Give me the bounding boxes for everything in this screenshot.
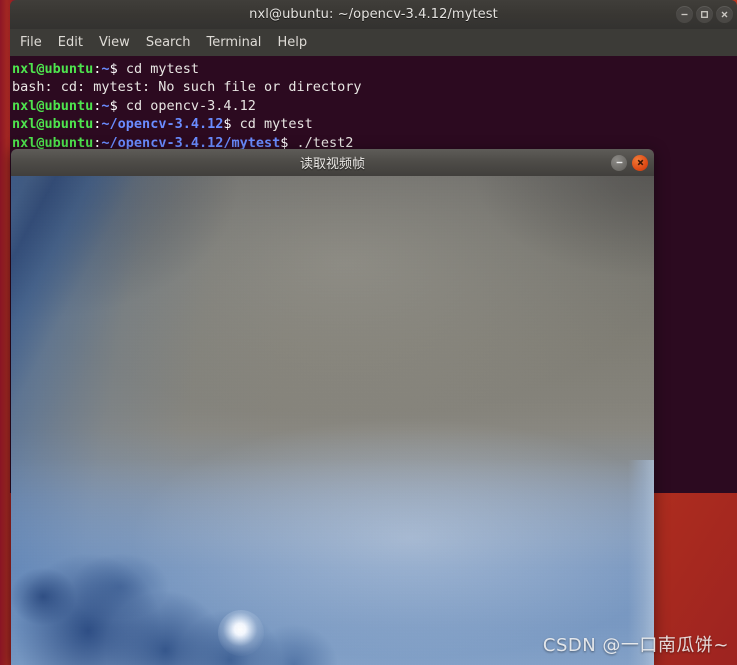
- menu-item-file[interactable]: File: [20, 35, 42, 50]
- terminal-title: nxl@ubuntu: ~/opencv-3.4.12/mytest: [249, 7, 498, 22]
- terminal-titlebar[interactable]: nxl@ubuntu: ~/opencv-3.4.12/mytest: [10, 0, 737, 29]
- prompt-path: ~/opencv-3.4.12: [101, 116, 224, 133]
- opencv-window-title: 读取视频帧: [299, 157, 365, 172]
- prompt-path: ~: [101, 61, 110, 77]
- menu-item-terminal[interactable]: Terminal: [206, 35, 261, 50]
- terminal-line: bash: cd: mytest: No such file or direct…: [12, 78, 737, 96]
- terminal-command: cd opencv-3.4.12: [117, 97, 256, 114]
- close-icon[interactable]: [632, 154, 648, 171]
- terminal-menubar: File Edit View Search Terminal Help: [10, 29, 737, 56]
- menu-item-view[interactable]: View: [99, 35, 130, 50]
- prompt-dollar: $: [109, 61, 118, 77]
- opencv-window-controls: [611, 149, 648, 176]
- prompt-dollar: $: [109, 97, 118, 114]
- terminal-command: cd mytest: [231, 116, 313, 133]
- terminal-line: nxl@ubuntu:~$ cd mytest: [12, 60, 737, 78]
- opencv-window-titlebar[interactable]: 读取视频帧: [11, 149, 654, 176]
- prompt-user: nxl@ubuntu: [12, 61, 94, 77]
- screen: nxl@ubuntu: ~/opencv-3.4.12/mytest File …: [0, 0, 737, 665]
- minimize-icon[interactable]: [611, 154, 627, 171]
- menu-item-help[interactable]: Help: [277, 35, 307, 50]
- opencv-image-window: 读取视频帧: [11, 149, 654, 665]
- frame-noise-layer: [11, 176, 654, 665]
- csdn-watermark: CSDN @一口南瓜饼~: [542, 635, 729, 656]
- prompt-user: nxl@ubuntu: [12, 97, 94, 114]
- terminal-error-output: bash: cd: mytest: No such file or direct…: [12, 79, 362, 96]
- video-frame-canvas: [11, 176, 654, 665]
- terminal-line: nxl@ubuntu:~$ cd opencv-3.4.12: [12, 97, 737, 115]
- terminal-line: nxl@ubuntu:~/opencv-3.4.12$ cd mytest: [12, 115, 737, 133]
- minimize-icon[interactable]: [676, 6, 693, 23]
- prompt-path: ~: [101, 97, 110, 114]
- prompt-user: nxl@ubuntu: [12, 116, 94, 133]
- menu-item-search[interactable]: Search: [146, 35, 191, 50]
- close-icon[interactable]: [716, 6, 733, 23]
- menu-item-edit[interactable]: Edit: [58, 35, 83, 50]
- terminal-command: cd mytest: [117, 61, 199, 77]
- maximize-icon[interactable]: [696, 6, 713, 23]
- terminal-window-controls: [676, 0, 733, 29]
